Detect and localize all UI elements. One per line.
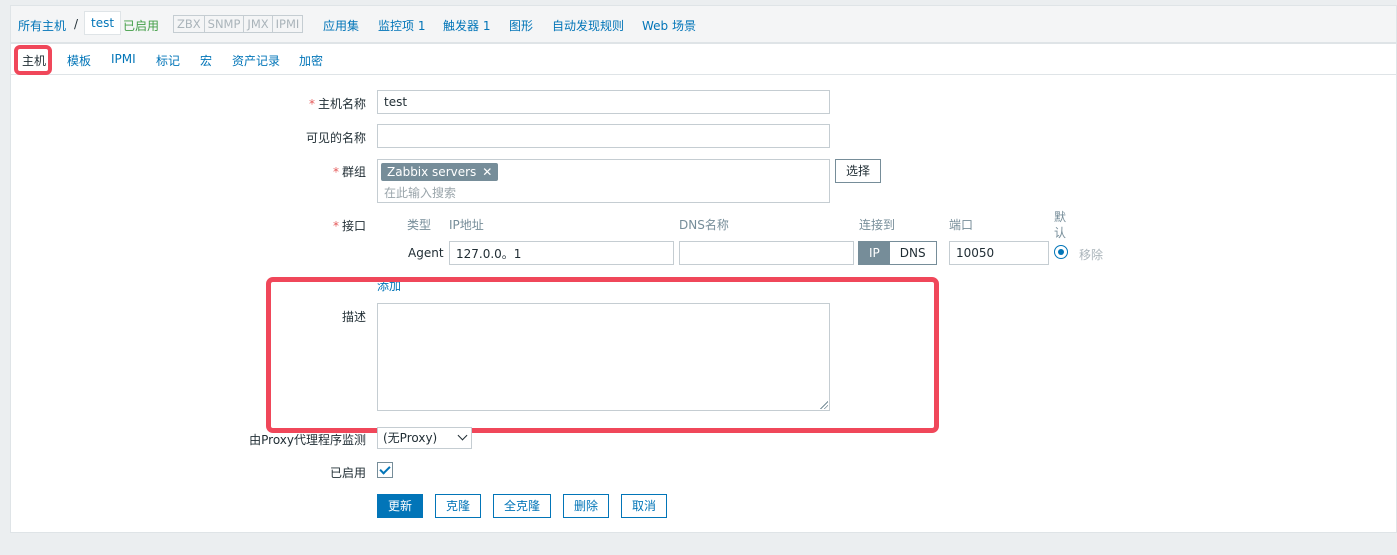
select-groups-button[interactable]: 选择 — [835, 159, 882, 183]
groups-search-placeholder[interactable]: 在此输入搜索 — [384, 184, 456, 201]
default-interface-radio[interactable] — [1054, 245, 1068, 259]
tab-templates[interactable]: 模板 — [67, 52, 91, 69]
tab-macros[interactable]: 宏 — [200, 52, 212, 69]
nav-discovery-rules[interactable]: 自动发现规则 — [552, 17, 624, 34]
nav-items[interactable]: 监控项 1 — [378, 17, 425, 34]
status-enabled[interactable]: 已启用 — [123, 17, 159, 34]
annotation-tab-highlight — [14, 45, 52, 75]
tab-bar: 主机 模板 IPMI 标记 宏 资产记录 加密 — [11, 44, 1396, 75]
nav-graphs[interactable]: 图形 — [509, 17, 533, 34]
tab-tags[interactable]: 标记 — [156, 52, 180, 69]
proxy-select[interactable]: (无Proxy) — [377, 427, 472, 449]
host-header-bar: 所有主机 / test 已启用 ZBX SNMP JMX IPMI 应用集 监控… — [10, 5, 1397, 43]
breadcrumb-separator: / — [74, 17, 79, 31]
connect-ip-option[interactable]: IP — [859, 242, 890, 264]
host-name-label: * 主机名称 — [308, 97, 366, 111]
badge-jmx: JMX — [243, 15, 273, 33]
iface-header-default-2: 认 — [1054, 226, 1067, 240]
breadcrumb-current: test — [84, 11, 122, 35]
iface-header-default-1: 默 — [1054, 210, 1067, 224]
tab-encryption[interactable]: 加密 — [299, 52, 323, 69]
nav-applications[interactable]: 应用集 — [323, 17, 359, 34]
iface-header-dns: DNS名称 — [679, 218, 729, 232]
host-name-input[interactable] — [377, 90, 830, 114]
tab-inventory[interactable]: 资产记录 — [232, 52, 280, 69]
chip-remove-icon[interactable]: ✕ — [482, 165, 492, 179]
remove-interface-link[interactable]: 移除 — [1079, 246, 1103, 263]
proxy-label: 由Proxy代理程序监测 — [249, 433, 366, 447]
agent-ip-input[interactable] — [449, 241, 674, 265]
enabled-checkbox[interactable] — [377, 462, 393, 478]
connect-dns-option[interactable]: DNS — [889, 242, 936, 264]
cancel-button[interactable]: 取消 — [621, 494, 668, 518]
availability-badges: ZBX SNMP JMX IPMI — [173, 15, 304, 33]
interfaces-label: * 接口 — [332, 219, 366, 233]
agent-dns-input[interactable] — [679, 241, 854, 265]
host-form-panel: 主机 模板 IPMI 标记 宏 资产记录 加密 *主机名称 可见的名称 *群组 … — [10, 43, 1397, 533]
update-button[interactable]: 更新 — [377, 494, 424, 518]
groups-multiselect[interactable]: Zabbix servers ✕ 在此输入搜索 — [377, 159, 830, 203]
visible-name-input[interactable] — [377, 124, 830, 148]
chevron-down-icon — [457, 430, 468, 441]
badge-zbx: ZBX — [173, 15, 205, 33]
annotation-description-highlight — [266, 277, 939, 433]
agent-port-input[interactable] — [949, 241, 1049, 265]
badge-snmp: SNMP — [203, 15, 245, 33]
full-clone-button[interactable]: 全克隆 — [493, 494, 552, 518]
clone-button[interactable]: 克隆 — [435, 494, 482, 518]
iface-header-type: 类型 — [407, 218, 432, 232]
delete-button[interactable]: 删除 — [563, 494, 610, 518]
nav-triggers[interactable]: 触发器 1 — [443, 17, 490, 34]
breadcrumb-all-hosts[interactable]: 所有主机 — [18, 17, 66, 34]
page-frame: 所有主机 / test 已启用 ZBX SNMP JMX IPMI 应用集 监控… — [0, 0, 1397, 555]
badge-ipmi: IPMI — [271, 15, 304, 33]
agent-type-label: Agent — [408, 246, 444, 260]
connect-to-toggle: IP DNS — [858, 241, 937, 265]
tab-ipmi[interactable]: IPMI — [111, 52, 136, 66]
groups-label: * 群组 — [332, 165, 366, 179]
iface-header-connect: 连接到 — [859, 218, 896, 232]
iface-header-port: 端口 — [949, 218, 974, 232]
enabled-label: 已启用 — [329, 466, 366, 480]
iface-header-ip: IP地址 — [449, 218, 484, 232]
visible-name-label: 可见的名称 — [305, 131, 366, 145]
group-chip: Zabbix servers ✕ — [381, 163, 499, 181]
nav-web-scenarios[interactable]: Web 场景 — [642, 17, 696, 34]
